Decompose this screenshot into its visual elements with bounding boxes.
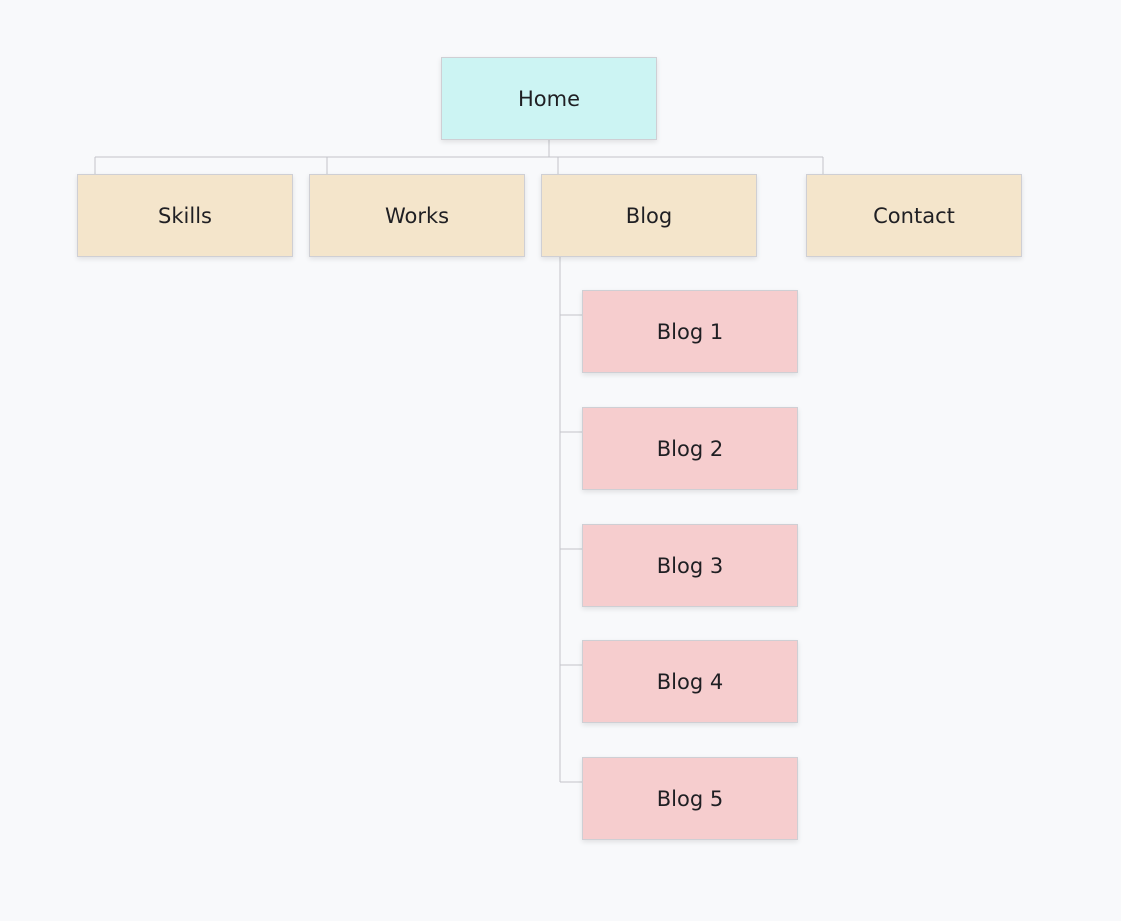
- node-blog-3[interactable]: Blog 3: [582, 524, 798, 607]
- node-blog-5-label: Blog 5: [656, 786, 724, 811]
- node-blog-label: Blog: [625, 203, 673, 228]
- node-contact-label: Contact: [873, 203, 955, 228]
- node-contact[interactable]: Contact: [806, 174, 1022, 257]
- node-blog-1[interactable]: Blog 1: [582, 290, 798, 373]
- node-works[interactable]: Works: [309, 174, 525, 257]
- node-blog-5[interactable]: Blog 5: [582, 757, 798, 840]
- node-skills-label: Skills: [158, 203, 212, 228]
- node-blog-4[interactable]: Blog 4: [582, 640, 798, 723]
- node-blog[interactable]: Blog: [541, 174, 757, 257]
- node-blog-4-label: Blog 4: [656, 669, 724, 694]
- node-blog-3-label: Blog 3: [656, 553, 724, 578]
- node-works-label: Works: [384, 203, 450, 228]
- node-blog-2[interactable]: Blog 2: [582, 407, 798, 490]
- node-home-label: Home: [517, 86, 580, 111]
- node-blog-2-label: Blog 2: [656, 436, 724, 461]
- node-home[interactable]: Home: [441, 57, 657, 140]
- sitemap-diagram: Home Skills Works Blog Contact Blog 1 Bl…: [0, 0, 1121, 921]
- node-blog-1-label: Blog 1: [656, 319, 724, 344]
- node-skills[interactable]: Skills: [77, 174, 293, 257]
